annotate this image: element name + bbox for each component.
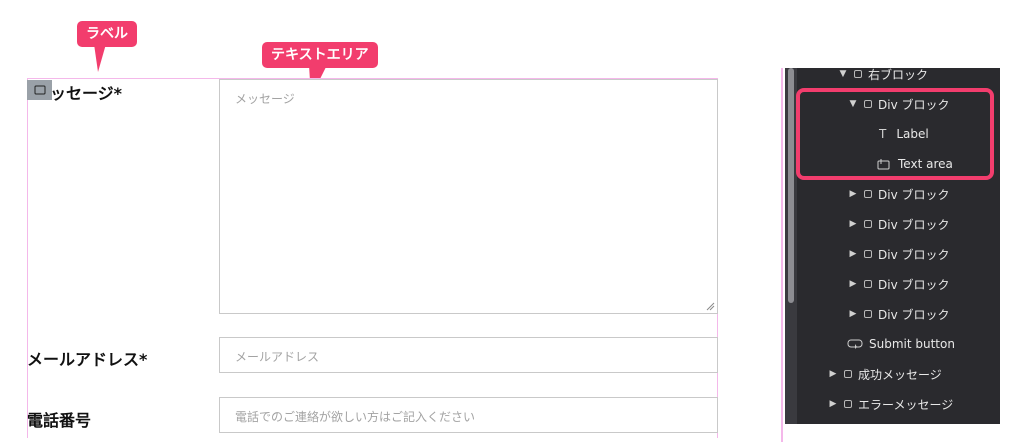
caret-right-icon[interactable]: ▶ — [848, 189, 858, 199]
phone-placeholder: 電話でのご連絡が欲しい方はご記入ください — [235, 410, 476, 424]
navigator-item-div-block[interactable]: ▶ Div ブロック — [848, 239, 950, 269]
message-placeholder: メッセージ — [235, 92, 295, 106]
caret-right-icon[interactable]: ▶ — [848, 249, 858, 259]
caret-right-icon[interactable]: ▶ — [828, 399, 838, 409]
phone-input[interactable]: 電話でのご連絡が欲しい方はご記入ください — [219, 397, 718, 433]
square-icon — [34, 85, 45, 95]
navigator-item-div-block[interactable]: ▶ Div ブロック — [848, 269, 950, 299]
square-icon — [844, 400, 852, 408]
scrollbar-thumb[interactable] — [788, 68, 794, 303]
square-icon — [864, 310, 872, 318]
caret-down-icon[interactable]: ▼ — [838, 69, 848, 79]
email-label: メールアドレス* — [27, 350, 148, 369]
caret-right-icon[interactable]: ▶ — [848, 279, 858, 289]
message-textarea[interactable]: メッセージ — [219, 79, 718, 314]
annotation-highlight-box — [796, 88, 994, 180]
element-selected-badge — [27, 80, 52, 100]
email-input[interactable]: メールアドレス — [219, 337, 718, 373]
square-icon — [844, 370, 852, 378]
square-icon — [864, 250, 872, 258]
label-callout-tail — [94, 44, 106, 72]
navigator-item-div-block[interactable]: ▶ Div ブロック — [848, 209, 950, 239]
navigator-item-submit-button[interactable]: Submit button — [847, 329, 955, 359]
square-icon — [864, 280, 872, 288]
resize-grip-icon[interactable] — [706, 302, 715, 311]
label-callout-text: ラベル — [86, 26, 128, 42]
navigator-item-error-message[interactable]: ▶ エラーメッセージ — [828, 389, 954, 419]
submit-button-icon — [847, 339, 863, 349]
message-label[interactable]: ッセージ* — [50, 80, 122, 104]
caret-right-icon[interactable]: ▶ — [848, 219, 858, 229]
navigator-item-right-block[interactable]: ▼ 右ブロック — [838, 68, 928, 89]
caret-right-icon[interactable]: ▶ — [848, 309, 858, 319]
email-placeholder: メールアドレス — [235, 350, 320, 364]
phone-label: 電話番号 — [27, 411, 92, 430]
selection-guide-line — [781, 68, 783, 442]
square-icon — [854, 70, 862, 78]
square-icon — [864, 190, 872, 198]
navigator-item-div-block[interactable]: ▶ Div ブロック — [848, 179, 950, 209]
navigator-item-success-message[interactable]: ▶ 成功メッセージ — [828, 359, 942, 389]
navigator-item-div-block[interactable]: ▶ Div ブロック — [848, 299, 950, 329]
square-icon — [864, 220, 872, 228]
textarea-callout-text: テキストエリア — [271, 47, 369, 63]
caret-right-icon[interactable]: ▶ — [828, 369, 838, 379]
